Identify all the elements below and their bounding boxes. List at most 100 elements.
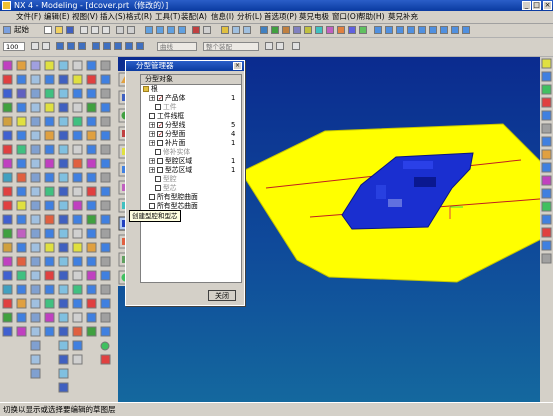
select-all-icon[interactable] (265, 42, 273, 50)
zoom-icon[interactable] (156, 26, 164, 34)
tool-f-icon[interactable] (429, 26, 437, 34)
view-icon[interactable] (232, 26, 240, 34)
close-button[interactable]: 关闭 (208, 290, 236, 301)
copy-icon[interactable] (91, 26, 99, 34)
expand-icon[interactable]: + (149, 95, 155, 102)
tree-node[interactable]: 修补实体 (155, 148, 190, 157)
visibility-checkbox[interactable] (149, 113, 155, 119)
runner-icon[interactable] (348, 26, 356, 34)
expand-icon[interactable]: + (149, 122, 155, 129)
dialog-close-icon[interactable]: × (233, 62, 242, 70)
tree-node[interactable]: + ✓ 分型面 4 (149, 130, 235, 139)
layout-icon[interactable] (293, 26, 301, 34)
cursor-icon[interactable] (292, 42, 300, 50)
expand-icon[interactable]: + (149, 131, 155, 138)
menu-supplement[interactable]: 莫兄补充 (388, 12, 418, 22)
project-init-icon[interactable] (271, 26, 279, 34)
redo-icon[interactable] (127, 26, 135, 34)
menu-analysis[interactable]: 分析(L) (237, 12, 262, 22)
tree-node[interactable]: + 补片面 1 (149, 139, 235, 148)
tree-node[interactable]: + ✓ 分型线 5 (149, 121, 235, 130)
tree-node[interactable]: 根 (143, 85, 158, 94)
select-icon[interactable] (31, 42, 39, 50)
visibility-checkbox[interactable] (155, 104, 161, 110)
tool-c-icon[interactable] (396, 26, 404, 34)
menu-window[interactable]: 窗口(O) (332, 12, 359, 22)
menu-help[interactable]: 帮助(H) (358, 12, 385, 22)
assembly-filter-combo[interactable]: 整个装配 (203, 42, 259, 51)
cut-icon[interactable] (80, 26, 88, 34)
tool-g-icon[interactable] (440, 26, 448, 34)
visibility-checkbox[interactable]: ✓ (157, 122, 163, 129)
dialog-title-bar[interactable]: 分型管理器 × (126, 61, 244, 71)
zoom-combo[interactable]: 100 (3, 42, 25, 51)
maximize-button[interactable]: □ (532, 1, 541, 10)
visibility-checkbox[interactable]: ✓ (157, 131, 163, 138)
tree-node[interactable]: + 型腔区域 1 (149, 157, 235, 166)
orient-icon[interactable] (243, 26, 251, 34)
visibility-checkbox[interactable] (157, 167, 163, 173)
minimize-button[interactable]: _ (522, 1, 531, 10)
tree-node[interactable]: 所有型腔曲面 (149, 193, 198, 202)
select-feature-icon[interactable] (276, 42, 284, 50)
type-filter-combo[interactable]: 曲线 (157, 42, 197, 51)
tree-node[interactable]: 工件 (155, 103, 177, 112)
menu-tools[interactable]: 工具(T) (155, 12, 180, 22)
palette-icons[interactable] (0, 57, 118, 402)
paste-icon[interactable] (102, 26, 110, 34)
visibility-checkbox[interactable] (157, 140, 163, 146)
menu-insert[interactable]: 插入(S) (100, 12, 126, 22)
mold-wizard-icon[interactable] (260, 26, 268, 34)
component-icon[interactable] (326, 26, 334, 34)
grid-icon[interactable] (67, 42, 75, 50)
new-file-icon[interactable] (44, 26, 52, 34)
visibility-checkbox[interactable] (149, 203, 155, 209)
pan-icon[interactable] (167, 26, 175, 34)
tool-b-icon[interactable] (385, 26, 393, 34)
tool-e-icon[interactable] (418, 26, 426, 34)
tool-a-icon[interactable] (374, 26, 382, 34)
tree-node[interactable]: 工件线框 (149, 112, 184, 121)
tree-node[interactable]: 型芯 (155, 184, 177, 193)
tool-i-icon[interactable] (462, 26, 470, 34)
expand-icon[interactable]: + (149, 158, 155, 165)
menu-preferences[interactable]: 首选项(P) (264, 12, 297, 22)
snap-icon[interactable] (56, 42, 64, 50)
tree-node[interactable]: 型腔 (155, 175, 177, 184)
wireframe-icon[interactable] (203, 26, 211, 34)
menu-format[interactable]: 格式(R) (126, 12, 152, 22)
tool-h-icon[interactable] (451, 26, 459, 34)
tree-node[interactable]: + 型芯区域 1 (149, 166, 235, 175)
section-icon[interactable] (103, 42, 111, 50)
visibility-checkbox[interactable] (155, 149, 161, 155)
right-palette-icons[interactable] (540, 57, 553, 402)
menu-file[interactable]: 文件(F) (16, 12, 41, 22)
expand-icon[interactable]: + (149, 167, 155, 174)
zoom-fit-icon[interactable] (145, 26, 153, 34)
tool-d-icon[interactable] (407, 26, 415, 34)
shade-icon[interactable] (192, 26, 200, 34)
menu-view[interactable]: 视图(V) (72, 12, 98, 22)
measure-icon[interactable] (92, 42, 100, 50)
layer-icon[interactable] (221, 26, 229, 34)
menu-assembly[interactable]: 装配(A) (181, 12, 207, 22)
point-icon[interactable] (78, 42, 86, 50)
start-button[interactable]: 起始 (14, 25, 29, 35)
open-file-icon[interactable] (55, 26, 63, 34)
menu-electrode[interactable]: 莫兄电极 (299, 12, 329, 22)
visibility-checkbox[interactable] (155, 185, 161, 191)
filter-icon[interactable] (136, 42, 144, 50)
visibility-checkbox[interactable] (155, 176, 161, 182)
visibility-checkbox[interactable]: ✓ (157, 95, 163, 102)
parting-icon[interactable] (304, 26, 312, 34)
save-icon[interactable] (66, 26, 74, 34)
visibility-checkbox[interactable] (149, 194, 155, 200)
undo-icon[interactable] (116, 26, 124, 34)
workpiece-icon[interactable] (282, 26, 290, 34)
expand-icon[interactable]: + (149, 140, 155, 147)
menu-info[interactable]: 信息(I) (211, 12, 234, 22)
show-icon[interactable] (125, 42, 133, 50)
rotate-icon[interactable] (178, 26, 186, 34)
cooling-icon[interactable] (359, 26, 367, 34)
moldbase-icon[interactable] (315, 26, 323, 34)
